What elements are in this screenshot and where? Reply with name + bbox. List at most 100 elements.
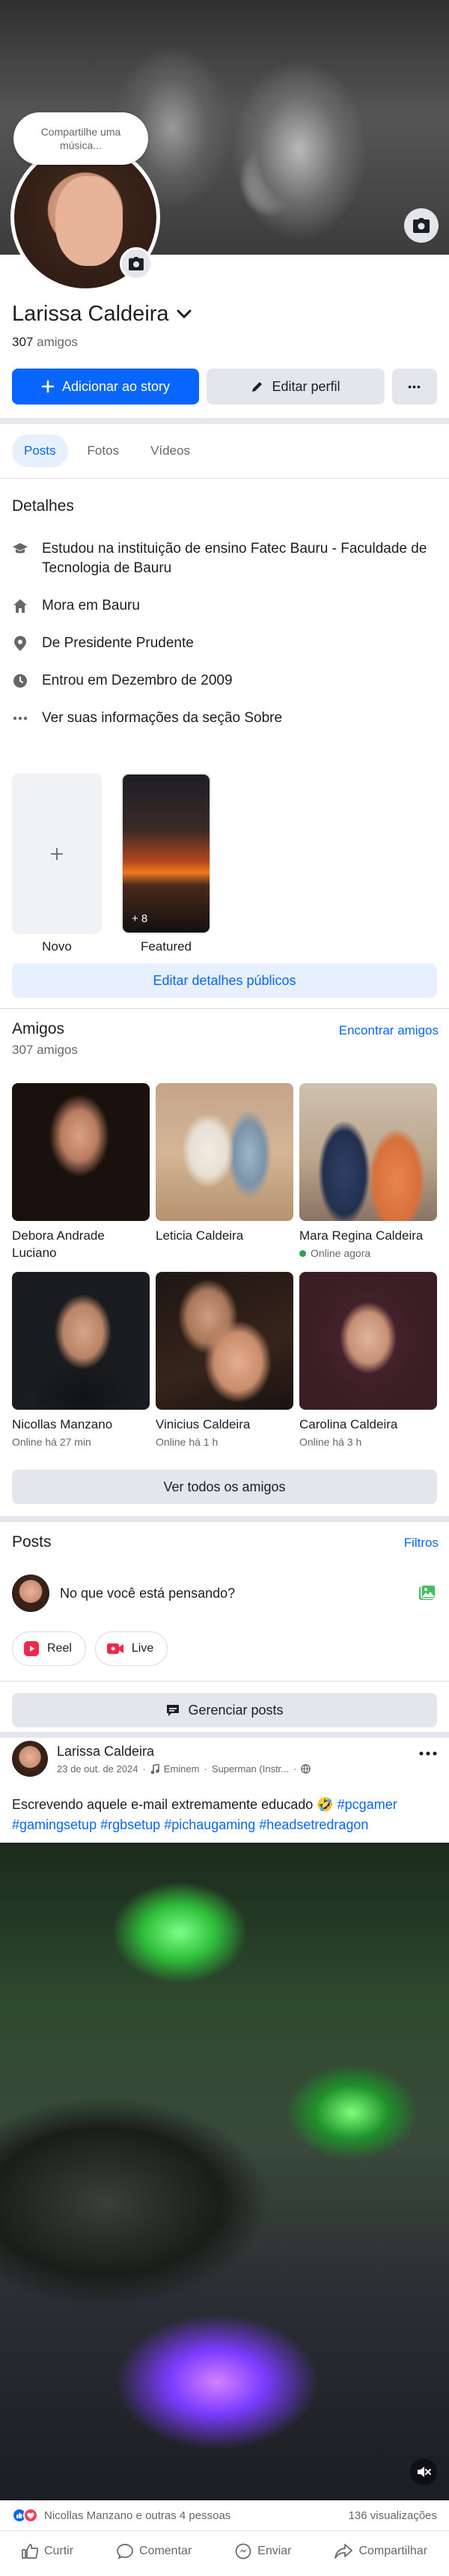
tab-photos[interactable]: Fotos <box>76 434 132 467</box>
edit-profile-button[interactable]: Editar perfil <box>207 369 385 404</box>
post-text: Escrevendo aquele e-mail extremamente ed… <box>12 1795 437 1835</box>
hashtag-link[interactable]: #pichaugaming <box>164 1817 255 1832</box>
share-arrow-icon <box>335 2543 353 2559</box>
posts-title: Posts <box>12 1533 52 1551</box>
lives-prefix: Mora em <box>42 598 103 613</box>
post-composer[interactable]: No que você está pensando? <box>12 1573 437 1613</box>
find-friends-link[interactable]: Encontrar amigos <box>339 1023 439 1038</box>
post-music-track[interactable]: Superman (Instr... <box>212 1763 289 1775</box>
comment-label: Comentar <box>138 2544 192 2557</box>
profile-tabs: Posts Fotos Vídeos <box>12 434 202 467</box>
mute-button[interactable] <box>410 2458 437 2485</box>
detail-see-about[interactable]: Ver suas informações da seção Sobre <box>12 709 431 728</box>
avatar[interactable] <box>12 1575 49 1612</box>
friend-card[interactable]: Debora Andrade Luciano <box>12 1083 150 1261</box>
friend-card[interactable]: Carolina Caldeira Online há 3 h <box>299 1272 437 1448</box>
comment-icon <box>117 2543 133 2559</box>
graduation-cap-icon <box>12 539 28 559</box>
post-music-artist[interactable]: Eminem <box>164 1763 200 1775</box>
profile-action-buttons: Adicionar ao story Editar perfil ••• <box>12 369 437 404</box>
see-all-friends-button[interactable]: Ver todos os amigos <box>12 1470 437 1504</box>
avatar-camera-button[interactable] <box>120 247 153 280</box>
friend-photo <box>299 1272 437 1410</box>
manage-posts-button[interactable]: Gerenciar posts <box>12 1693 437 1727</box>
location-pin-icon <box>12 634 28 653</box>
hashtag-link[interactable]: #headsetredragon <box>259 1817 368 1832</box>
edit-public-details-button[interactable]: Editar detalhes públicos <box>12 963 437 998</box>
reel-label: Reel <box>47 1642 72 1655</box>
featured-label: Featured <box>140 939 192 954</box>
friend-card[interactable]: Leticia Caldeira <box>156 1083 293 1244</box>
friend-name: Leticia Caldeira <box>156 1228 244 1243</box>
more-dots-icon: ••• <box>408 381 421 393</box>
friend-status: Online há 27 min <box>12 1436 150 1448</box>
friend-name: Mara Regina Caldeira <box>299 1228 424 1243</box>
profile-name: Larissa Caldeira <box>12 302 169 326</box>
detail-joined-text: Entrou em Dezembro de 2009 <box>42 673 233 688</box>
edit-public-details-label: Editar detalhes públicos <box>153 972 296 988</box>
detail-from[interactable]: De Presidente Prudente <box>12 634 431 653</box>
new-featured-label: Novo <box>42 939 72 954</box>
post-video[interactable] <box>0 1843 449 2500</box>
detail-education-text: Estudou na instituição de ensino Fatec B… <box>42 539 431 578</box>
meta-separator: · <box>204 1763 207 1775</box>
friend-photo <box>156 1083 293 1221</box>
photo-icon[interactable] <box>418 1584 437 1603</box>
post-author[interactable]: Larissa Caldeira <box>57 1744 154 1760</box>
featured-collection-card[interactable]: + 8 <box>121 773 211 934</box>
profile-name-row[interactable]: Larissa Caldeira <box>12 302 192 327</box>
friend-card[interactable]: Mara Regina Caldeira Online agora <box>299 1083 437 1259</box>
add-to-story-button[interactable]: Adicionar ao story <box>12 369 199 404</box>
cover-camera-button[interactable] <box>404 208 439 243</box>
detail-lives-in[interactable]: Mora em Bauru <box>12 596 431 616</box>
tab-videos[interactable]: Vídeos <box>138 434 202 467</box>
profile-friends-count[interactable]: 307 amigos <box>12 335 78 350</box>
filters-link[interactable]: Filtros <box>404 1536 439 1551</box>
more-options-button[interactable]: ••• <box>392 369 437 404</box>
section-divider <box>0 1732 449 1738</box>
avatar[interactable] <box>12 1741 48 1777</box>
friend-card[interactable]: Nicollas Manzano Online há 27 min <box>12 1272 150 1448</box>
composer-placeholder[interactable]: No que você está pensando? <box>60 1586 407 1601</box>
new-featured-button[interactable] <box>12 773 102 934</box>
section-divider <box>0 1516 449 1522</box>
tab-posts-label: Posts <box>24 443 56 458</box>
profile-page: Compartilhe uma música... Larissa Caldei… <box>0 0 449 2576</box>
hashtag-link[interactable]: #pcgamer <box>337 1797 397 1812</box>
reaction-icons[interactable] <box>12 2508 38 2523</box>
meta-separator: · <box>142 1763 146 1775</box>
post-meta: 23 de out. de 2024 · Eminem · Superman (… <box>57 1763 311 1775</box>
live-button[interactable]: Live <box>94 1631 168 1666</box>
tab-posts[interactable]: Posts <box>12 434 68 467</box>
friend-photo <box>12 1083 150 1221</box>
friend-status: Online há 1 h <box>156 1436 293 1448</box>
hashtag-link[interactable]: #rgbsetup <box>100 1817 160 1832</box>
friend-status: Online há 3 h <box>299 1436 437 1448</box>
music-note-icon <box>150 1763 159 1774</box>
comment-button[interactable]: Comentar <box>117 2543 192 2559</box>
hashtag-link[interactable]: #gamingsetup <box>12 1817 97 1832</box>
live-video-icon <box>106 1643 123 1654</box>
chevron-down-icon <box>177 309 192 318</box>
friend-card[interactable]: Vinicius Caldeira Online há 1 h <box>156 1272 293 1448</box>
like-label: Curtir <box>43 2544 74 2557</box>
edit-profile-label: Editar perfil <box>272 378 340 394</box>
post-more-button[interactable] <box>419 1741 437 1760</box>
send-button[interactable]: Enviar <box>235 2543 292 2560</box>
home-icon <box>12 596 28 616</box>
detail-lives-text: Mora em Bauru <box>42 596 140 616</box>
music-note-bubble[interactable]: Compartilhe uma música... <box>13 112 148 165</box>
muted-speaker-icon <box>418 2467 431 2477</box>
reel-button[interactable]: Reel <box>12 1631 86 1666</box>
reactions-text[interactable]: Nicollas Manzano e outras 4 pessoas <box>44 2509 230 2522</box>
views-count: 136 visualizações <box>348 2509 437 2522</box>
detail-education[interactable]: Estudou na instituição de ensino Fatec B… <box>12 539 431 578</box>
share-button[interactable]: Compartilhar <box>335 2543 427 2559</box>
like-button[interactable]: Curtir <box>22 2543 74 2559</box>
add-to-story-label: Adicionar ao story <box>61 378 171 394</box>
plus-icon <box>51 847 63 860</box>
online-indicator <box>299 1249 306 1257</box>
education-prefix: Estudou na instituição de ensino <box>42 541 251 557</box>
detail-about-text: Ver suas informações da seção Sobre <box>42 710 283 726</box>
post-date[interactable]: 23 de out. de 2024 <box>57 1763 138 1775</box>
